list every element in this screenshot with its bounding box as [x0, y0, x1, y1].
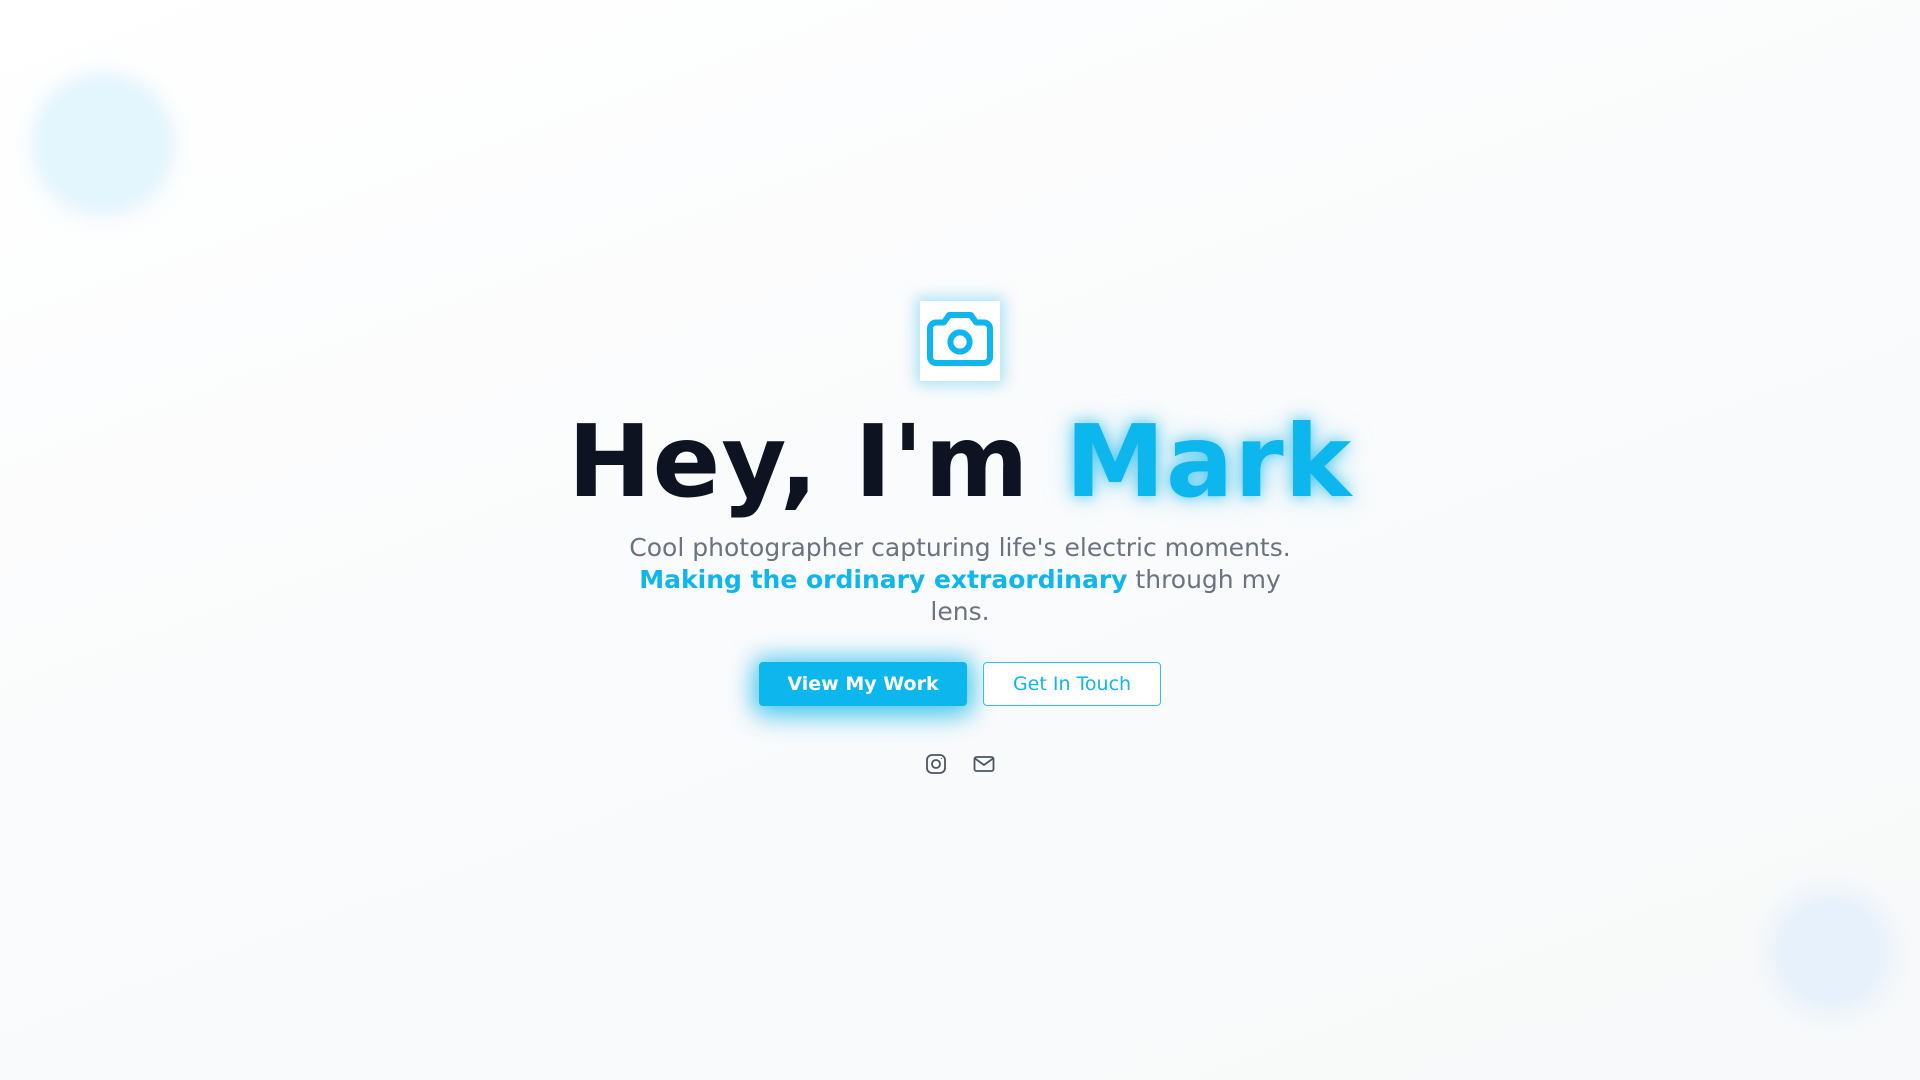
mail-icon — [972, 752, 996, 780]
get-in-touch-button[interactable]: Get In Touch — [983, 662, 1161, 706]
tagline-line1: Cool photographer capturing life's elect… — [629, 533, 1291, 562]
headline-prefix: Hey, I'm — [567, 403, 1066, 520]
view-my-work-button[interactable]: View My Work — [759, 662, 967, 706]
camera-icon — [924, 309, 996, 373]
instagram-icon — [924, 752, 948, 780]
headline-name: Mark — [1065, 403, 1353, 520]
instagram-link[interactable] — [924, 754, 948, 778]
tagline: Cool photographer capturing life's elect… — [620, 532, 1300, 628]
tagline-highlight: Making the ordinary extraordinary — [639, 565, 1128, 594]
page-title: Hey, I'm Mark — [0, 402, 1920, 522]
email-link[interactable] — [972, 754, 996, 778]
hero-section: Hey, I'm Mark Cool photographer capturin… — [0, 0, 1920, 1080]
logo — [920, 301, 1000, 381]
